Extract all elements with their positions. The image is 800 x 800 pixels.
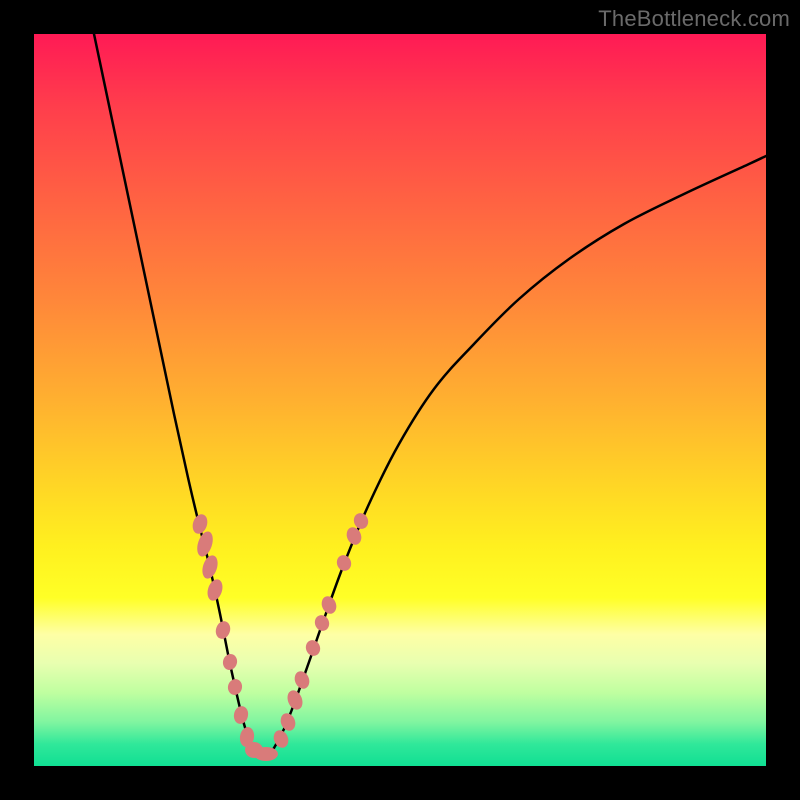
watermark-text: TheBottleneck.com: [598, 6, 790, 32]
data-marker: [278, 711, 298, 733]
chart-svg: [34, 34, 766, 766]
data-marker: [304, 638, 323, 658]
data-marker: [194, 529, 215, 558]
data-marker: [205, 577, 225, 602]
data-marker: [232, 705, 249, 726]
data-marker: [292, 669, 312, 691]
data-marker: [285, 688, 305, 712]
data-marker: [214, 619, 233, 640]
curve-markers: [190, 511, 370, 761]
data-marker: [313, 613, 332, 633]
chart-area: [34, 34, 766, 766]
curve-path: [94, 34, 766, 756]
data-marker: [254, 747, 278, 761]
bottleneck-curve: [94, 34, 766, 756]
data-marker: [200, 553, 221, 580]
data-marker: [335, 553, 354, 573]
data-marker: [319, 594, 339, 616]
data-marker: [226, 678, 243, 697]
data-marker: [221, 652, 239, 671]
